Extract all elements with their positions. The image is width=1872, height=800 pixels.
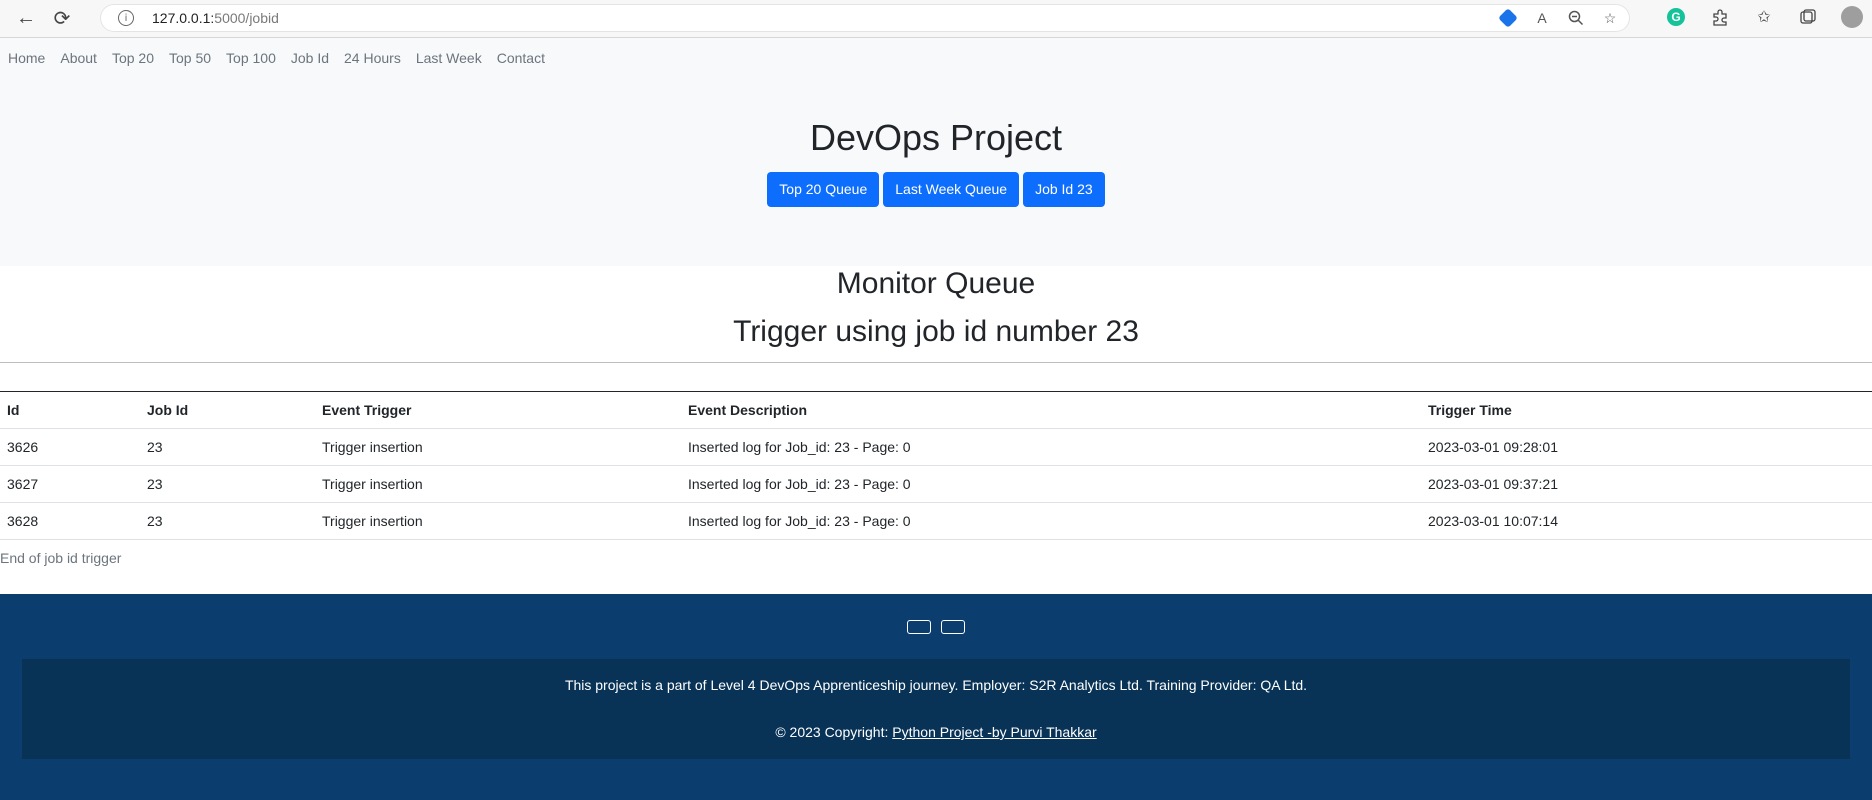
address-bar[interactable]: i 127.0.0.1:5000/jobid A ☆ bbox=[100, 4, 1630, 32]
nav-contact[interactable]: Contact bbox=[497, 50, 545, 66]
cell-event-trigger: Trigger insertion bbox=[315, 428, 681, 466]
nav-top-100[interactable]: Top 100 bbox=[226, 50, 276, 66]
divider bbox=[0, 362, 1872, 363]
cell-trigger-time: 2023-03-01 10:07:14 bbox=[1421, 502, 1872, 540]
cell-event-description: Inserted log for Job_id: 23 - Page: 0 bbox=[681, 502, 1421, 540]
page-title: DevOps Project bbox=[809, 117, 1063, 158]
collections-icon[interactable] bbox=[1796, 5, 1820, 29]
nav-24-hours[interactable]: 24 Hours bbox=[344, 50, 401, 66]
cell-trigger-time: 2023-03-01 09:37:21 bbox=[1421, 465, 1872, 503]
header-event-description: Event Description bbox=[681, 391, 1421, 429]
site-navbar: Home About Top 20 Top 50 Top 100 Job Id … bbox=[0, 38, 1872, 78]
cell-job-id: 23 bbox=[140, 465, 315, 503]
cell-id: 3628 bbox=[0, 502, 140, 540]
url-path: 5000/jobid bbox=[214, 10, 279, 26]
profile-icon[interactable] bbox=[1840, 5, 1864, 29]
hero-section: DevOps Project Top 20 Queue Last Week Qu… bbox=[0, 78, 1872, 266]
section-title: Monitor Queue bbox=[836, 267, 1036, 300]
cell-id: 3626 bbox=[0, 428, 140, 466]
copyright-text: © 2023 Copyright: bbox=[775, 724, 893, 740]
url-host: 127.0.0.1: bbox=[152, 10, 215, 26]
footer-social-icons bbox=[0, 594, 1872, 634]
back-icon[interactable]: ← bbox=[12, 5, 40, 33]
nav-home[interactable]: Home bbox=[8, 50, 45, 66]
browser-toolbar: ← ⟳ i 127.0.0.1:5000/jobid A ☆ G ✩ bbox=[0, 0, 1872, 38]
footer-project-text: This project is a part of Level 4 DevOps… bbox=[564, 677, 1308, 693]
cell-trigger-time: 2023-03-01 09:28:01 bbox=[1421, 428, 1872, 466]
cell-event-description: Inserted log for Job_id: 23 - Page: 0 bbox=[681, 428, 1421, 466]
info-icon[interactable]: i bbox=[118, 10, 134, 26]
social-link-icon[interactable] bbox=[907, 620, 931, 634]
header-trigger-time: Trigger Time bbox=[1421, 391, 1872, 429]
last-week-queue-button[interactable]: Last Week Queue bbox=[883, 172, 1020, 207]
section-subtitle: Trigger using job id number 23 bbox=[733, 315, 1139, 348]
favorites-icon[interactable]: ✩ bbox=[1752, 5, 1776, 29]
zoom-out-icon[interactable] bbox=[1566, 8, 1586, 28]
hero-buttons: Top 20 Queue Last Week Queue Job Id 23 bbox=[0, 172, 1872, 207]
header-job-id: Job Id bbox=[140, 391, 315, 429]
copyright-link[interactable]: Python Project -by Purvi Thakkar bbox=[892, 724, 1096, 740]
header-id: Id bbox=[0, 391, 140, 429]
url-text[interactable]: 127.0.0.1:5000/jobid bbox=[152, 10, 279, 26]
table-row: 3626 23 Trigger insertion Inserted log f… bbox=[0, 428, 1872, 466]
nav-about[interactable]: About bbox=[60, 50, 97, 66]
browser-extension-icons: G ✩ bbox=[1664, 5, 1864, 29]
nav-last-week[interactable]: Last Week bbox=[416, 50, 482, 66]
cell-job-id: 23 bbox=[140, 428, 315, 466]
nav-top-20[interactable]: Top 20 bbox=[112, 50, 154, 66]
favorite-add-icon[interactable]: ☆ bbox=[1600, 8, 1620, 28]
footer: This project is a part of Level 4 DevOps… bbox=[0, 594, 1872, 800]
nav-top-50[interactable]: Top 50 bbox=[169, 50, 211, 66]
social-link-icon[interactable] bbox=[941, 620, 965, 634]
cell-event-description: Inserted log for Job_id: 23 - Page: 0 bbox=[681, 465, 1421, 503]
cell-job-id: 23 bbox=[140, 502, 315, 540]
job-id-23-button[interactable]: Job Id 23 bbox=[1023, 172, 1105, 207]
table-header-row: Id Job Id Event Trigger Event Descriptio… bbox=[0, 391, 1872, 429]
top-20-queue-button[interactable]: Top 20 Queue bbox=[767, 172, 880, 207]
cell-event-trigger: Trigger insertion bbox=[315, 502, 681, 540]
nav-job-id[interactable]: Job Id bbox=[291, 50, 329, 66]
queue-table: Id Job Id Event Trigger Event Descriptio… bbox=[0, 391, 1872, 540]
reload-icon[interactable]: ⟳ bbox=[48, 5, 76, 33]
grammarly-icon[interactable]: G bbox=[1664, 5, 1688, 29]
cell-event-trigger: Trigger insertion bbox=[315, 465, 681, 503]
address-bar-icons: A ☆ bbox=[1498, 8, 1620, 28]
table-row: 3628 23 Trigger insertion Inserted log f… bbox=[0, 502, 1872, 540]
extensions-icon[interactable] bbox=[1708, 5, 1732, 29]
main-content: Monitor Queue Trigger using job id numbe… bbox=[0, 266, 1872, 566]
footer-info-box: This project is a part of Level 4 DevOps… bbox=[22, 659, 1850, 759]
read-aloud-icon[interactable]: A bbox=[1532, 8, 1552, 28]
header-event-trigger: Event Trigger bbox=[315, 391, 681, 429]
footer-copyright: © 2023 Copyright: Python Project -by Pur… bbox=[22, 724, 1850, 740]
table-row: 3627 23 Trigger insertion Inserted log f… bbox=[0, 465, 1872, 503]
cell-id: 3627 bbox=[0, 465, 140, 503]
coupon-tag-icon[interactable] bbox=[1498, 8, 1518, 28]
table-end-text: End of job id trigger bbox=[0, 550, 122, 566]
